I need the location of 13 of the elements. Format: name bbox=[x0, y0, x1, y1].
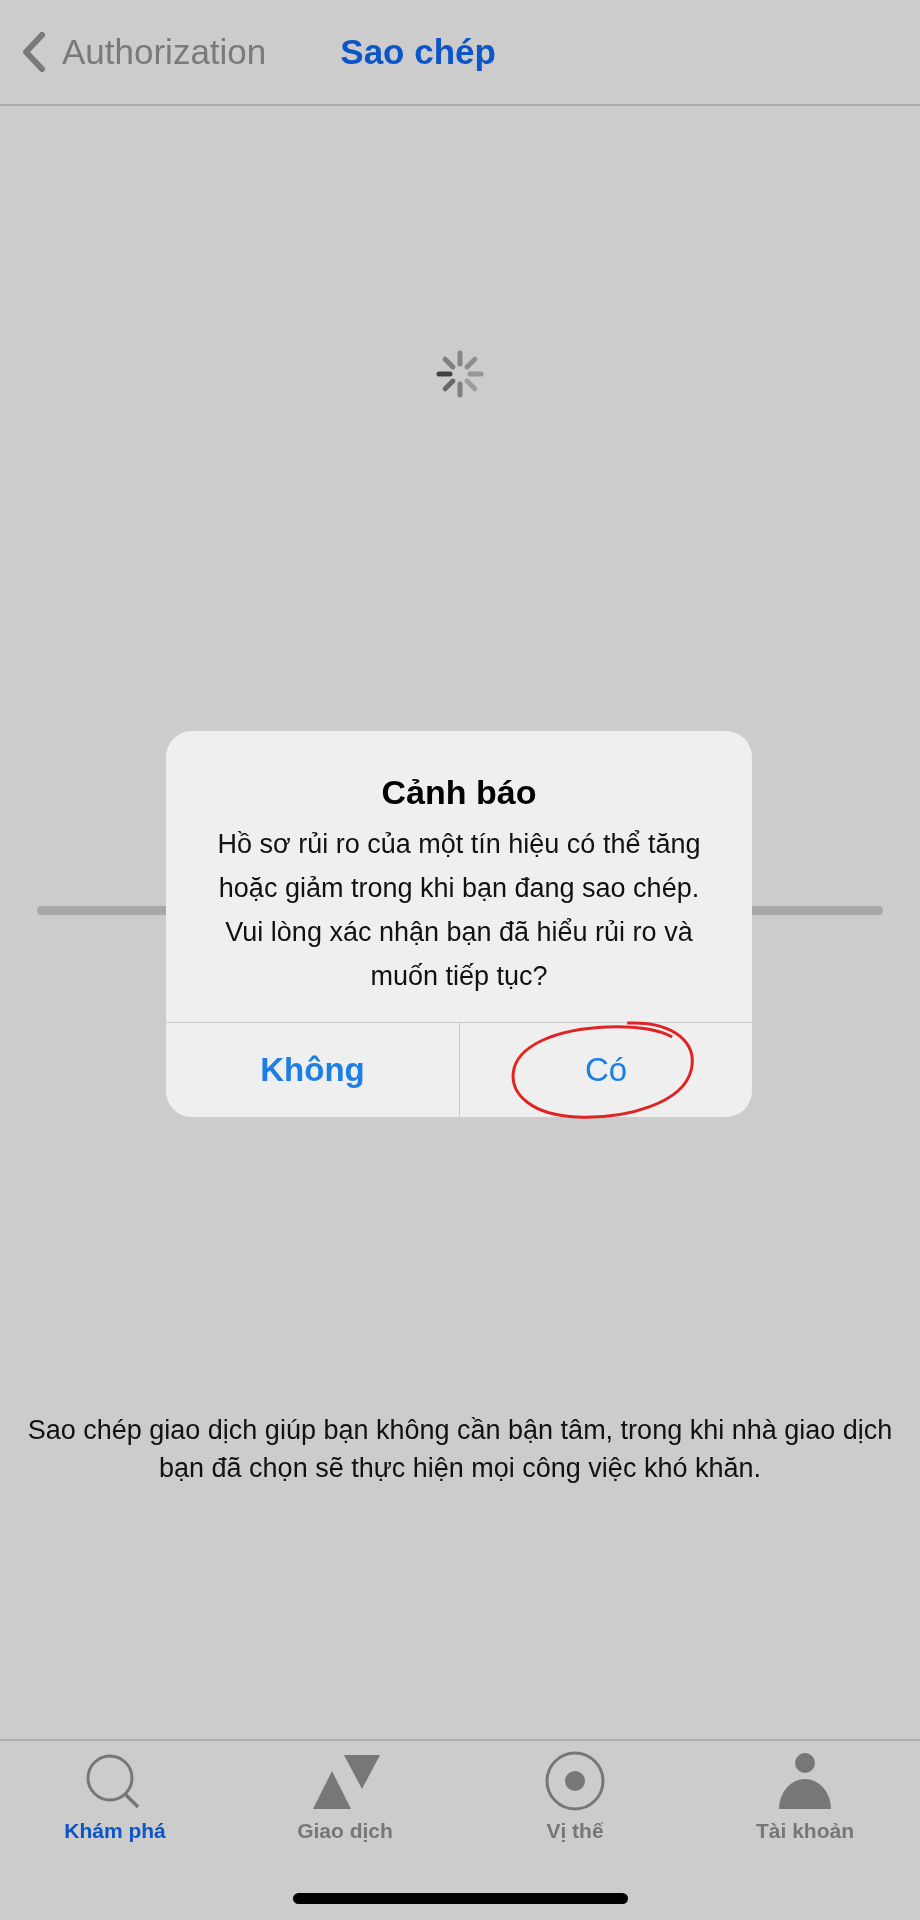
loading-spinner-icon bbox=[436, 350, 484, 398]
screen-title: Sao chép bbox=[340, 32, 496, 72]
alert-message: Hồ sơ rủi ro của một tín hiệu có thể tăng hoặc giảm trong khi bạn đang sao chép. Vui lòng xác nhận bạn đã hiểu rủi ro và muốn tiếp tục? bbox=[216, 828, 702, 993]
tab-item[interactable]: Khám phá bbox=[0, 1741, 230, 1861]
alert-title: Cảnh báo bbox=[380, 773, 538, 812]
alert-button[interactable]: Có bbox=[459, 1023, 752, 1117]
chevron-left-icon bbox=[22, 32, 46, 72]
tab-item[interactable]: Tài khoản bbox=[690, 1741, 920, 1861]
back-button[interactable]: Authorization bbox=[22, 32, 267, 72]
description-text: Sao chép giao dịch giúp bạn không cần bận tâm, trong khi nhà giao dịch bạn đã chọn sẽ thực hiện mọi công việc khó khăn. bbox=[26, 1414, 894, 1485]
tab-item[interactable]: Vị thế bbox=[460, 1741, 690, 1861]
tab-item[interactable]: Giao dịch bbox=[230, 1741, 460, 1861]
alert-button[interactable]: Không bbox=[166, 1023, 459, 1117]
